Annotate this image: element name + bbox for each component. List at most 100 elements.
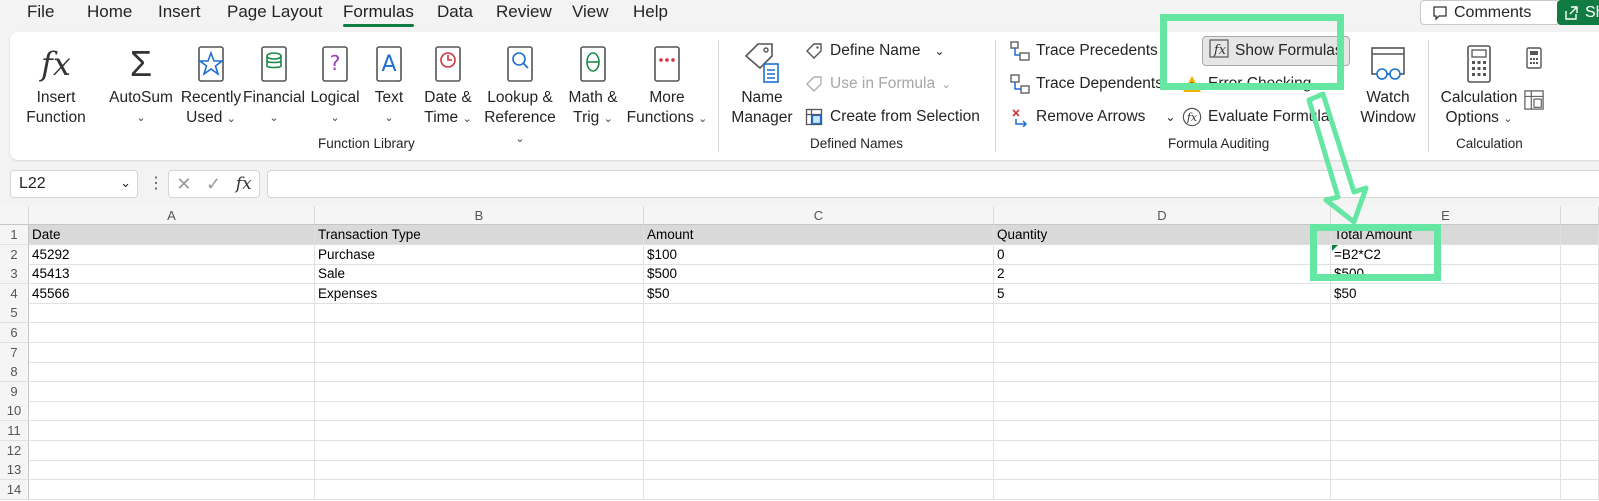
cell-d2[interactable]: 0 — [994, 244, 1331, 265]
cell-d9[interactable] — [994, 381, 1331, 402]
cell-d6[interactable] — [994, 323, 1331, 343]
enter-icon[interactable]: ✓ — [206, 174, 221, 195]
cell-a12[interactable] — [29, 440, 315, 461]
cell-b7[interactable] — [315, 342, 644, 363]
more-options-icon[interactable]: ⋮ — [148, 173, 164, 193]
autosum-button[interactable]: Σ AutoSum ⌄ — [106, 40, 176, 128]
cell-f4[interactable] — [1561, 283, 1599, 304]
tab-help[interactable]: Help — [633, 2, 668, 22]
cell-c1[interactable]: Amount — [644, 225, 994, 245]
lookup-reference-button[interactable]: Lookup & Reference ⌄ — [482, 40, 558, 149]
row-header[interactable]: 9 — [0, 381, 29, 402]
cell-f8[interactable] — [1561, 362, 1599, 383]
cell-e12[interactable] — [1331, 440, 1561, 461]
cell-e5[interactable] — [1331, 303, 1561, 324]
cell-b4[interactable]: Expenses — [315, 283, 644, 304]
comments-button[interactable]: Comments — [1420, 0, 1560, 25]
remove-arrows-button[interactable]: Remove Arrows ⌄ — [1010, 107, 1175, 127]
logical-button[interactable]: ? Logical ⌄ — [308, 40, 362, 128]
trace-dependents-button[interactable]: Trace Dependents — [1010, 74, 1163, 94]
cell-f6[interactable] — [1561, 323, 1599, 343]
cell-d11[interactable] — [994, 421, 1331, 441]
row-header[interactable]: 12 — [0, 440, 29, 461]
cell-a13[interactable] — [29, 460, 315, 481]
evaluate-formula-button[interactable]: fx Evaluate Formula — [1182, 107, 1329, 127]
cell-e6[interactable] — [1331, 323, 1561, 343]
more-functions-button[interactable]: More Functions ⌄ — [626, 40, 708, 129]
cell-c4[interactable]: $50 — [644, 283, 994, 304]
cell-d5[interactable] — [994, 303, 1331, 324]
cell-c6[interactable] — [644, 323, 994, 343]
column-header-b[interactable]: B — [315, 206, 644, 225]
cell-e11[interactable] — [1331, 421, 1561, 441]
financial-button[interactable]: Financial ⌄ — [243, 40, 305, 128]
cell-d1[interactable]: Quantity — [994, 225, 1331, 245]
cell-c12[interactable] — [644, 440, 994, 461]
cell-e9[interactable] — [1331, 381, 1561, 402]
tab-data[interactable]: Data — [437, 2, 473, 22]
cell-b8[interactable] — [315, 362, 644, 383]
tab-insert[interactable]: Insert — [158, 2, 201, 22]
cell-b2[interactable]: Purchase — [315, 244, 644, 265]
tab-formulas[interactable]: Formulas — [343, 2, 414, 22]
calculation-options-button[interactable]: Calculation Options ⌄ — [1438, 40, 1520, 129]
column-header-c[interactable]: C — [644, 206, 994, 225]
cell-c10[interactable] — [644, 401, 994, 422]
cell-d8[interactable] — [994, 362, 1331, 383]
cell-c13[interactable] — [644, 460, 994, 481]
cell-c3[interactable]: $500 — [644, 264, 994, 285]
row-header[interactable]: 14 — [0, 479, 29, 500]
calculate-now-button[interactable] — [1524, 47, 1544, 69]
cell-f13[interactable] — [1561, 460, 1599, 481]
date-time-button[interactable]: Date & Time ⌄ — [416, 40, 480, 129]
cell-b9[interactable] — [315, 381, 644, 402]
cell-c8[interactable] — [644, 362, 994, 383]
cell-c14[interactable] — [644, 479, 994, 500]
cell-f2[interactable] — [1561, 244, 1599, 265]
cell-a6[interactable] — [29, 323, 315, 343]
cell-d4[interactable]: 5 — [994, 283, 1331, 304]
watch-window-button[interactable]: Watch Window — [1356, 40, 1420, 128]
calculate-sheet-button[interactable] — [1524, 90, 1544, 110]
cell-c5[interactable] — [644, 303, 994, 324]
tab-view[interactable]: View — [572, 2, 609, 22]
insert-function-button[interactable]: fx Insert Function — [24, 40, 88, 128]
tab-page-layout[interactable]: Page Layout — [227, 2, 322, 22]
column-header-f[interactable] — [1561, 206, 1599, 225]
cell-b6[interactable] — [315, 323, 644, 343]
row-header[interactable]: 10 — [0, 401, 29, 422]
column-header-a[interactable]: A — [29, 206, 315, 225]
define-name-button[interactable]: Define Name ⌄ — [804, 41, 945, 61]
create-from-selection-button[interactable]: Create from Selection — [804, 107, 980, 127]
cell-e14[interactable] — [1331, 479, 1561, 500]
trace-precedents-button[interactable]: Trace Precedents — [1010, 41, 1158, 61]
cell-f3[interactable] — [1561, 264, 1599, 285]
chevron-down-icon[interactable]: ⌄ — [120, 175, 131, 191]
column-header-d[interactable]: D — [994, 206, 1331, 225]
cell-a11[interactable] — [29, 421, 315, 441]
cell-b11[interactable] — [315, 421, 644, 441]
cell-f1[interactable] — [1561, 225, 1599, 245]
cell-b14[interactable] — [315, 479, 644, 500]
row-header[interactable]: 7 — [0, 342, 29, 363]
row-header[interactable]: 8 — [0, 362, 29, 383]
cell-c7[interactable] — [644, 342, 994, 363]
cell-e4[interactable]: $50 — [1331, 283, 1561, 304]
row-header[interactable]: 2 — [0, 244, 29, 265]
select-all-corner[interactable] — [0, 206, 29, 225]
column-header-e[interactable]: E — [1331, 206, 1561, 225]
name-manager-button[interactable]: Name Manager — [728, 40, 796, 128]
cell-f10[interactable] — [1561, 401, 1599, 422]
cell-a2[interactable]: 45292 — [29, 244, 315, 265]
row-header[interactable]: 1 — [0, 225, 29, 245]
text-button[interactable]: A Text ⌄ — [366, 40, 412, 128]
cell-c2[interactable]: $100 — [644, 244, 994, 265]
cell-f12[interactable] — [1561, 440, 1599, 461]
cell-a3[interactable]: 45413 — [29, 264, 315, 285]
cell-f9[interactable] — [1561, 381, 1599, 402]
cell-b3[interactable]: Sale — [315, 264, 644, 285]
cell-a5[interactable] — [29, 303, 315, 324]
cell-d14[interactable] — [994, 479, 1331, 500]
name-box[interactable]: L22 ⌄ — [10, 170, 138, 198]
tab-file[interactable]: File — [27, 2, 54, 22]
